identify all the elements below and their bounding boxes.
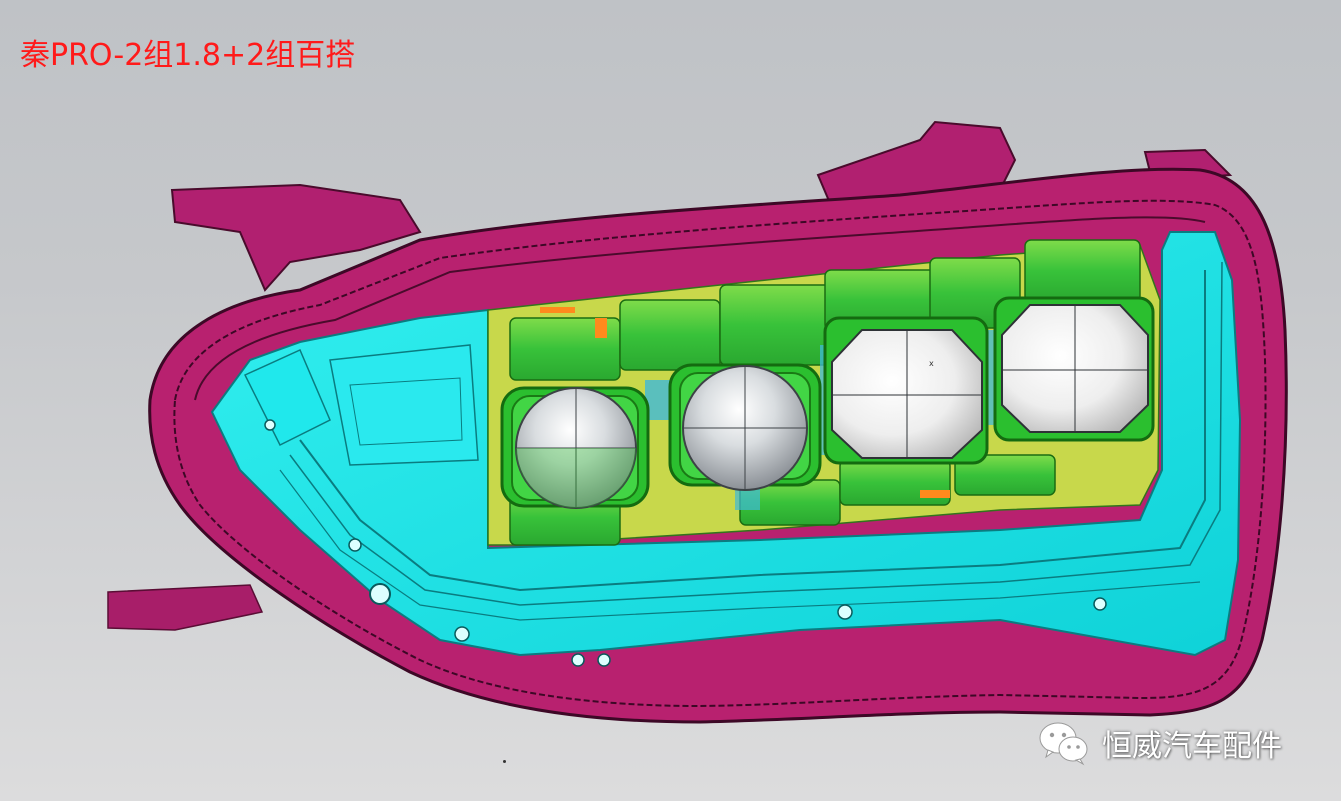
headlight-3d-model: x	[107, 120, 1288, 724]
stray-point	[503, 760, 506, 763]
lens-2-projector	[668, 363, 822, 491]
lens-4-octagonal	[993, 296, 1155, 442]
watermark: 恒威汽车配件	[1038, 718, 1282, 768]
lens-3-octagonal: x	[823, 316, 989, 465]
wechat-icon	[1039, 722, 1088, 766]
watermark-text: 恒威汽车配件	[1102, 729, 1282, 764]
lens-1-projector	[500, 386, 650, 509]
cad-viewport[interactable]: 秦PRO-2组1.8+2组百搭 x 恒威汽车配件	[0, 0, 1341, 801]
svg-text:x: x	[929, 359, 934, 368]
